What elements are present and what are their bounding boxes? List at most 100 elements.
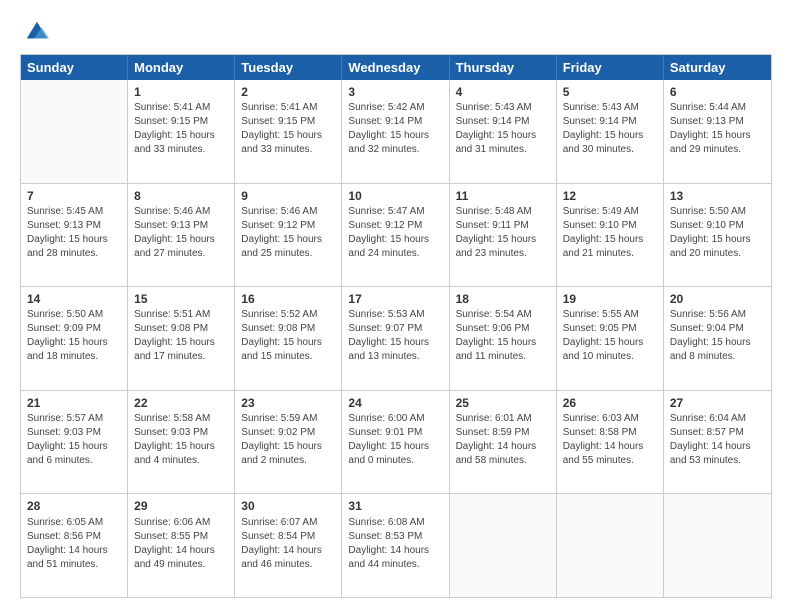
cell-info-17: Sunrise: 5:53 AM Sunset: 9:07 PM Dayligh…	[348, 308, 442, 364]
day-number-9: 9	[241, 188, 335, 204]
empty-cell-w4-d6	[664, 494, 771, 597]
day-cell-16: 16Sunrise: 5:52 AM Sunset: 9:08 PM Dayli…	[235, 287, 342, 390]
day-number-11: 11	[456, 188, 550, 204]
day-number-30: 30	[241, 498, 335, 514]
day-cell-26: 26Sunrise: 6:03 AM Sunset: 8:58 PM Dayli…	[557, 391, 664, 494]
day-number-31: 31	[348, 498, 442, 514]
day-number-4: 4	[456, 84, 550, 100]
day-cell-17: 17Sunrise: 5:53 AM Sunset: 9:07 PM Dayli…	[342, 287, 449, 390]
day-number-27: 27	[670, 395, 765, 411]
day-cell-31: 31 Sunrise: 6:08 AM Sunset: 8:53 PM Dayli…	[342, 494, 449, 597]
cell-info-25: Sunrise: 6:01 AM Sunset: 8:59 PM Dayligh…	[456, 412, 550, 468]
day-cell-12: 12Sunrise: 5:49 AM Sunset: 9:10 PM Dayli…	[557, 184, 664, 287]
day-number-3: 3	[348, 84, 442, 100]
header-wednesday: Wednesday	[342, 55, 449, 80]
cell-info-30: Sunrise: 6:07 AM Sunset: 8:54 PM Dayligh…	[241, 516, 335, 572]
cell-info-18: Sunrise: 5:54 AM Sunset: 9:06 PM Dayligh…	[456, 308, 550, 364]
week-row-2: 7Sunrise: 5:45 AM Sunset: 9:13 PM Daylig…	[21, 184, 771, 288]
logo	[20, 18, 51, 46]
cell-info-8: Sunrise: 5:46 AM Sunset: 9:13 PM Dayligh…	[134, 205, 228, 261]
day-cell-1: 1Sunrise: 5:41 AM Sunset: 9:15 PM Daylig…	[128, 80, 235, 183]
day-cell-15: 15Sunrise: 5:51 AM Sunset: 9:08 PM Dayli…	[128, 287, 235, 390]
day-number-18: 18	[456, 291, 550, 307]
cell-info-7: Sunrise: 5:45 AM Sunset: 9:13 PM Dayligh…	[27, 205, 121, 261]
week-row-3: 14Sunrise: 5:50 AM Sunset: 9:09 PM Dayli…	[21, 287, 771, 391]
cell-info-31: Sunrise: 6:08 AM Sunset: 8:53 PM Dayligh…	[348, 516, 442, 572]
day-cell-21: 21Sunrise: 5:57 AM Sunset: 9:03 PM Dayli…	[21, 391, 128, 494]
day-cell-29: 29 Sunrise: 6:06 AM Sunset: 8:55 PM Dayli…	[128, 494, 235, 597]
cell-info-28: Sunrise: 6:05 AM Sunset: 8:56 PM Dayligh…	[27, 516, 121, 572]
day-cell-23: 23Sunrise: 5:59 AM Sunset: 9:02 PM Dayli…	[235, 391, 342, 494]
day-cell-4: 4Sunrise: 5:43 AM Sunset: 9:14 PM Daylig…	[450, 80, 557, 183]
cell-info-22: Sunrise: 5:58 AM Sunset: 9:03 PM Dayligh…	[134, 412, 228, 468]
day-number-19: 19	[563, 291, 657, 307]
page: Sunday Monday Tuesday Wednesday Thursday…	[0, 0, 792, 612]
day-cell-14: 14Sunrise: 5:50 AM Sunset: 9:09 PM Dayli…	[21, 287, 128, 390]
header-sunday: Sunday	[21, 55, 128, 80]
day-number-23: 23	[241, 395, 335, 411]
cell-info-2: Sunrise: 5:41 AM Sunset: 9:15 PM Dayligh…	[241, 101, 335, 157]
day-cell-13: 13Sunrise: 5:50 AM Sunset: 9:10 PM Dayli…	[664, 184, 771, 287]
day-cell-11: 11Sunrise: 5:48 AM Sunset: 9:11 PM Dayli…	[450, 184, 557, 287]
day-cell-8: 8Sunrise: 5:46 AM Sunset: 9:13 PM Daylig…	[128, 184, 235, 287]
cell-info-4: Sunrise: 5:43 AM Sunset: 9:14 PM Dayligh…	[456, 101, 550, 157]
day-cell-25: 25Sunrise: 6:01 AM Sunset: 8:59 PM Dayli…	[450, 391, 557, 494]
day-number-29: 29	[134, 498, 228, 514]
day-number-14: 14	[27, 291, 121, 307]
day-number-7: 7	[27, 188, 121, 204]
cell-info-10: Sunrise: 5:47 AM Sunset: 9:12 PM Dayligh…	[348, 205, 442, 261]
day-number-12: 12	[563, 188, 657, 204]
day-cell-22: 22Sunrise: 5:58 AM Sunset: 9:03 PM Dayli…	[128, 391, 235, 494]
cell-info-5: Sunrise: 5:43 AM Sunset: 9:14 PM Dayligh…	[563, 101, 657, 157]
cell-info-12: Sunrise: 5:49 AM Sunset: 9:10 PM Dayligh…	[563, 205, 657, 261]
day-number-25: 25	[456, 395, 550, 411]
day-number-6: 6	[670, 84, 765, 100]
cell-info-6: Sunrise: 5:44 AM Sunset: 9:13 PM Dayligh…	[670, 101, 765, 157]
day-cell-27: 27Sunrise: 6:04 AM Sunset: 8:57 PM Dayli…	[664, 391, 771, 494]
week-row-4: 21Sunrise: 5:57 AM Sunset: 9:03 PM Dayli…	[21, 391, 771, 495]
week-row-1: 1 Sunrise: 5:41 AM Sunset: 9:15 PM Daylig…	[21, 80, 771, 184]
day-number-15: 15	[134, 291, 228, 307]
day-number-17: 17	[348, 291, 442, 307]
header-monday: Monday	[128, 55, 235, 80]
day-cell-24: 24Sunrise: 6:00 AM Sunset: 9:01 PM Dayli…	[342, 391, 449, 494]
cell-info-19: Sunrise: 5:55 AM Sunset: 9:05 PM Dayligh…	[563, 308, 657, 364]
cell-info-27: Sunrise: 6:04 AM Sunset: 8:57 PM Dayligh…	[670, 412, 765, 468]
day-cell-19: 19Sunrise: 5:55 AM Sunset: 9:05 PM Dayli…	[557, 287, 664, 390]
cell-info-23: Sunrise: 5:59 AM Sunset: 9:02 PM Dayligh…	[241, 412, 335, 468]
day-cell-20: 20Sunrise: 5:56 AM Sunset: 9:04 PM Dayli…	[664, 287, 771, 390]
day-number-21: 21	[27, 395, 121, 411]
header-saturday: Saturday	[664, 55, 771, 80]
day-number-1: 1	[134, 84, 228, 100]
cell-info-29: Sunrise: 6:06 AM Sunset: 8:55 PM Dayligh…	[134, 516, 228, 572]
cell-info-14: Sunrise: 5:50 AM Sunset: 9:09 PM Dayligh…	[27, 308, 121, 364]
day-number-28: 28	[27, 498, 121, 514]
day-number-5: 5	[563, 84, 657, 100]
cell-info-15: Sunrise: 5:51 AM Sunset: 9:08 PM Dayligh…	[134, 308, 228, 364]
day-number-26: 26	[563, 395, 657, 411]
day-number-8: 8	[134, 188, 228, 204]
day-cell-30: 30 Sunrise: 6:07 AM Sunset: 8:54 PM Dayli…	[235, 494, 342, 597]
cell-info-16: Sunrise: 5:52 AM Sunset: 9:08 PM Dayligh…	[241, 308, 335, 364]
header-friday: Friday	[557, 55, 664, 80]
day-number-24: 24	[348, 395, 442, 411]
day-cell-28: 28 Sunrise: 6:05 AM Sunset: 8:56 PM Dayli…	[21, 494, 128, 597]
logo-icon	[23, 18, 51, 46]
empty-cell-w0-d0	[21, 80, 128, 183]
day-cell-7: 7Sunrise: 5:45 AM Sunset: 9:13 PM Daylig…	[21, 184, 128, 287]
calendar-body: 1 Sunrise: 5:41 AM Sunset: 9:15 PM Daylig…	[21, 80, 771, 597]
cell-info-24: Sunrise: 6:00 AM Sunset: 9:01 PM Dayligh…	[348, 412, 442, 468]
cell-info-21: Sunrise: 5:57 AM Sunset: 9:03 PM Dayligh…	[27, 412, 121, 468]
day-cell-3: 3Sunrise: 5:42 AM Sunset: 9:14 PM Daylig…	[342, 80, 449, 183]
day-cell-9: 9Sunrise: 5:46 AM Sunset: 9:12 PM Daylig…	[235, 184, 342, 287]
cell-info-20: Sunrise: 5:56 AM Sunset: 9:04 PM Dayligh…	[670, 308, 765, 364]
cell-info-13: Sunrise: 5:50 AM Sunset: 9:10 PM Dayligh…	[670, 205, 765, 261]
week-row-5: 28 Sunrise: 6:05 AM Sunset: 8:56 PM Dayli…	[21, 494, 771, 597]
day-number-2: 2	[241, 84, 335, 100]
day-number-22: 22	[134, 395, 228, 411]
day-number-20: 20	[670, 291, 765, 307]
day-number-13: 13	[670, 188, 765, 204]
cell-info-9: Sunrise: 5:46 AM Sunset: 9:12 PM Dayligh…	[241, 205, 335, 261]
empty-cell-w4-d4	[450, 494, 557, 597]
cell-info-26: Sunrise: 6:03 AM Sunset: 8:58 PM Dayligh…	[563, 412, 657, 468]
